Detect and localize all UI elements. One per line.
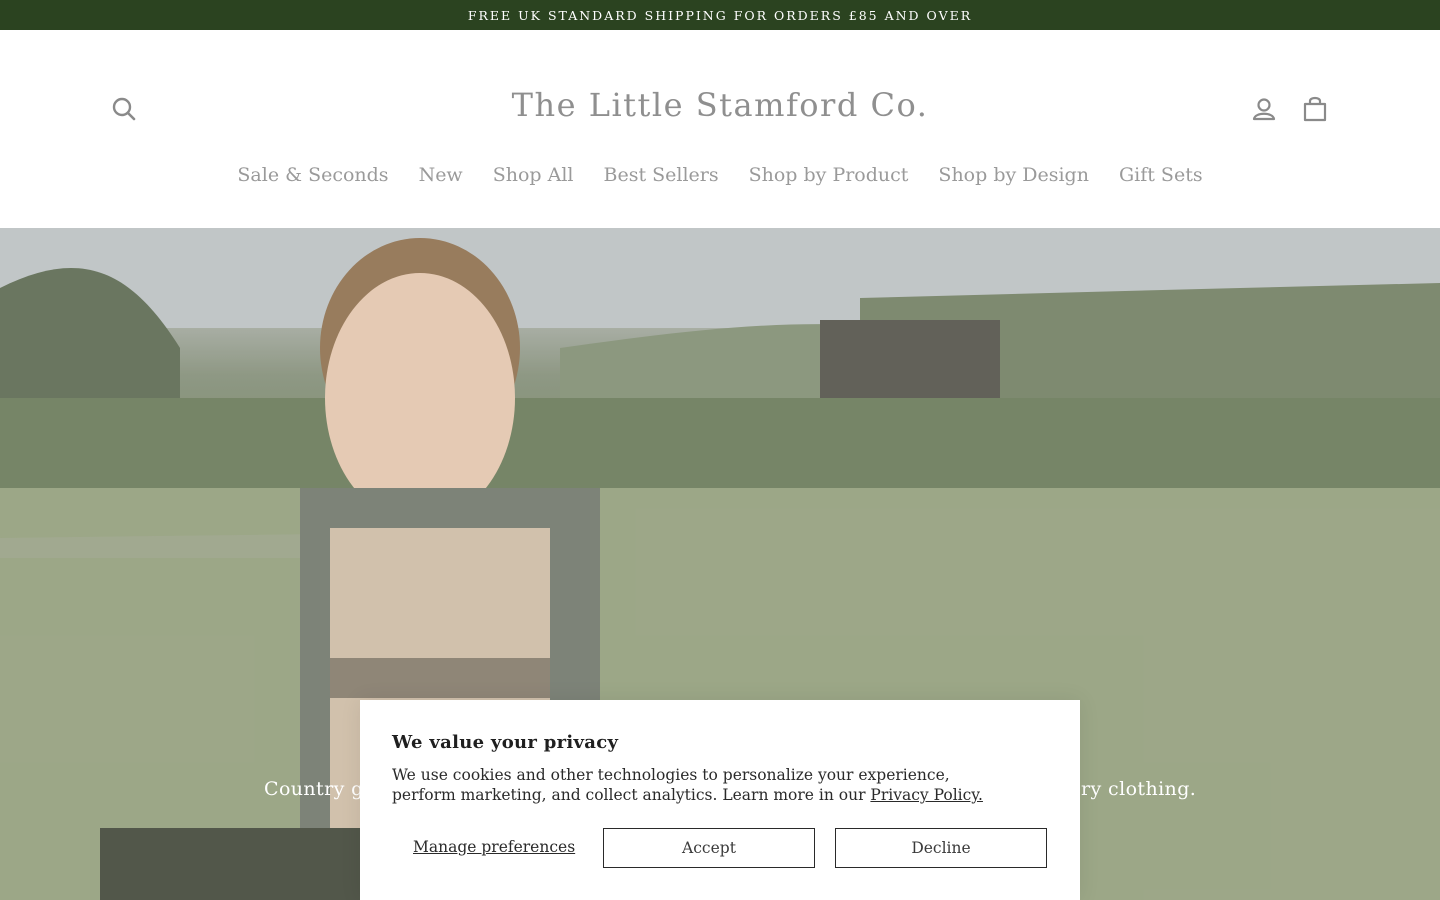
cookie-actions: Manage preferences Accept Decline [392, 828, 1048, 868]
nav-item-gift-sets[interactable]: Gift Sets [1119, 164, 1203, 186]
cart-button[interactable] [1297, 90, 1333, 126]
account-button[interactable] [1246, 91, 1282, 127]
nav-item-best-sellers[interactable]: Best Sellers [603, 164, 718, 186]
site-header: The Little Stamford Co. Sale & Seconds N… [0, 30, 1440, 228]
manage-preferences-link[interactable]: Manage preferences [413, 838, 575, 856]
accept-button[interactable]: Accept [603, 828, 815, 868]
logo-text[interactable]: The Little Stamford Co. [512, 86, 929, 124]
nav-item-sale-seconds[interactable]: Sale & Seconds [237, 164, 388, 186]
announcement-text: FREE UK STANDARD SHIPPING FOR ORDERS £85… [467, 7, 973, 23]
announcement-bar: FREE UK STANDARD SHIPPING FOR ORDERS £85… [0, 0, 1440, 30]
hero-caption-right: ry clothing. [1081, 778, 1197, 800]
hero-caption-left: Country gi [264, 778, 371, 800]
nav-item-new[interactable]: New [419, 164, 463, 186]
nav-item-shop-by-product[interactable]: Shop by Product [749, 164, 909, 186]
cookie-title: We value your privacy [392, 732, 619, 753]
cookie-consent-dialog: We value your privacy We use cookies and… [360, 700, 1080, 900]
cookie-description: We use cookies and other technologies to… [392, 765, 1012, 805]
cookie-body-text: We use cookies and other technologies to… [392, 766, 950, 804]
nav-item-shop-by-design[interactable]: Shop by Design [938, 164, 1089, 186]
nav-item-shop-all[interactable]: Shop All [493, 164, 574, 186]
main-nav: Sale & Seconds New Shop All Best Sellers… [0, 164, 1440, 186]
privacy-policy-link[interactable]: Privacy Policy. [870, 786, 983, 804]
site-logo[interactable]: The Little Stamford Co. [0, 86, 1440, 124]
decline-button[interactable]: Decline [835, 828, 1047, 868]
user-icon [1252, 98, 1276, 121]
shopping-bag-icon [1303, 96, 1327, 122]
